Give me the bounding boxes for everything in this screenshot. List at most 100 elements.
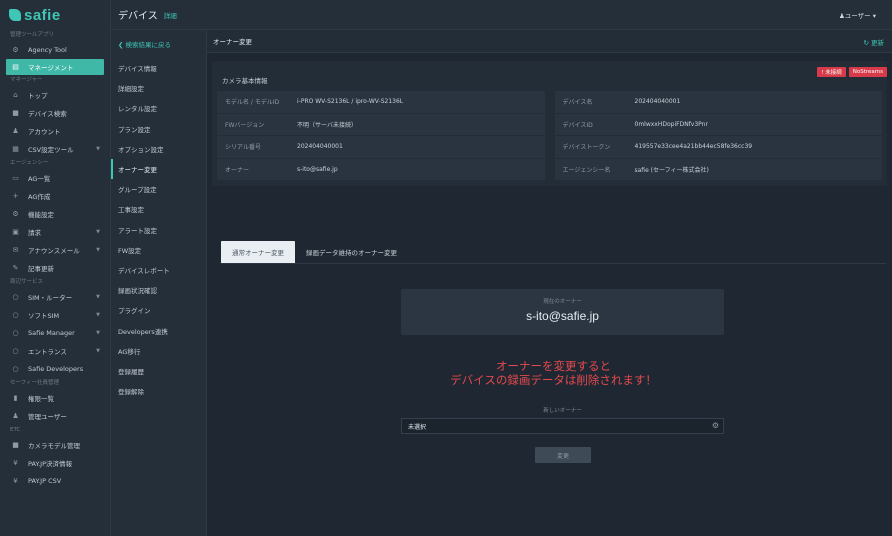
subnav-item[interactable]: デバイスレポート: [111, 260, 206, 280]
subnav-item[interactable]: 工事設定: [111, 199, 206, 219]
circle-icon: ○: [12, 347, 19, 355]
sidebar-item[interactable]: ▤ マネージメント: [6, 59, 104, 75]
new-owner-select[interactable]: 未選択 ⚙: [401, 418, 724, 434]
sidebar-item[interactable]: ▮ 権限一覧: [0, 389, 110, 407]
sidebar-item[interactable]: ○ エントランス ▼: [0, 342, 110, 360]
info-row: モデル名 / モデルID i-PRO WV-S2136L / ipro-WV-S2…: [217, 91, 545, 114]
tab-body: 現在のオーナー s-ito@safie.jp オーナーを変更すると デバイスの録…: [221, 263, 886, 536]
sidebar-item-label: SIM・ルーター: [28, 294, 73, 302]
sidebar-item[interactable]: ✎ 記事更新: [0, 259, 110, 277]
info-value: s-ito@safie.jp: [297, 165, 338, 173]
back-to-results-link[interactable]: ❮ 検索結果に戻る: [111, 30, 206, 58]
disconnected-badge: ! 未接続: [817, 67, 846, 77]
sidebar-item[interactable]: ¥ PAY.JP決済情報: [0, 454, 110, 472]
info-key: オーナー: [225, 166, 250, 174]
info-key: エージェンシー名: [562, 166, 611, 174]
tab-normal-owner-change[interactable]: 通常オーナー変更: [221, 241, 295, 263]
subnav-item[interactable]: 登録履歴: [111, 361, 206, 381]
subnav-item[interactable]: レンタル設定: [111, 98, 206, 118]
new-owner-value: 未選択: [408, 423, 427, 431]
sidebar-section-title: マネージャー: [10, 77, 43, 83]
sidebar: safie 管理ツールアプリ ⚙ Agency Tool ▤ マネージメントマネージャー…: [0, 0, 111, 536]
sidebar-item[interactable]: ○ ソフトSIM ▼: [0, 306, 110, 324]
sidebar-item-label: アナウンスメール: [28, 247, 80, 255]
brand-name: safie: [24, 6, 61, 24]
panel-title: オーナー変更: [213, 38, 252, 46]
gear-icon[interactable]: ⚙: [712, 421, 719, 430]
device-subnav: ❮ 検索結果に戻る デバイス情報 詳細設定 レンタル設定 プラン設定 オプション設定 オー…: [111, 30, 207, 536]
sidebar-item-label: エントランス: [28, 348, 67, 356]
subnav-list: デバイス情報 詳細設定 レンタル設定 プラン設定 オプション設定 オーナー変更 グループ設定…: [111, 58, 206, 401]
sidebar-item-label: Agency Tool: [28, 46, 67, 54]
info-row: シリアル番号 202404040001: [217, 136, 545, 159]
subnav-item[interactable]: オプション設定: [111, 139, 206, 159]
sidebar-item[interactable]: ♟ 管理ユーザー: [0, 407, 110, 425]
info-row: デバイストークン 419557e33cee4a21bb44ec58fe36cc39: [554, 136, 882, 159]
sidebar-item[interactable]: ■ デバイス検索: [0, 104, 110, 122]
chevron-down-icon: ▼: [96, 229, 100, 235]
camera-info-right: デバイス名 202404040001 デバイスID 0mlwxxHDopiFDNfv3…: [554, 91, 882, 181]
refresh-button[interactable]: ↻ 更新: [863, 37, 884, 47]
sidebar-item-label: ソフトSIM: [28, 312, 60, 320]
user-menu[interactable]: ♟ユーザー ▾: [839, 10, 876, 20]
info-value: 202404040001: [634, 98, 681, 106]
sidebar-item[interactable]: ■ カメラモデル管理: [0, 436, 110, 454]
current-owner-value: s-ito@safie.jp: [526, 309, 599, 323]
tab-keep-recording-owner-change[interactable]: 録画データ維持のオーナー変更: [295, 241, 408, 263]
subnav-item[interactable]: 録画状況確認: [111, 280, 206, 300]
sidebar-item[interactable]: + AG作成: [0, 187, 110, 205]
mail-icon: ✉: [12, 246, 19, 254]
subnav-item[interactable]: アラート設定: [111, 220, 206, 240]
sidebar-item[interactable]: ♟ アカウント: [0, 122, 110, 140]
sidebar-item[interactable]: ○ Safie Developers: [0, 360, 110, 378]
sidebar-item[interactable]: ○ SIM・ルーター ▼: [0, 288, 110, 306]
sidebar-item[interactable]: ▭ AG一覧: [0, 169, 110, 187]
warning-line-2: デバイスの録画データは削除されます！: [450, 373, 657, 387]
sidebar-item[interactable]: ⌂ トップ: [0, 86, 110, 104]
csv-icon: ▦: [12, 145, 19, 153]
invoice-icon: ▣: [12, 228, 19, 236]
sidebar-item[interactable]: ⚙ 機能設定: [0, 205, 110, 223]
chevron-down-icon: ▼: [96, 348, 100, 354]
subnav-item[interactable]: 登録解除: [111, 381, 206, 401]
sidebar-item[interactable]: ▦ CSV設定ツール ▼: [0, 140, 110, 158]
current-owner-box: 現在のオーナー s-ito@safie.jp: [401, 289, 724, 335]
change-button[interactable]: 変更: [535, 447, 591, 463]
sidebar-sections: 管理ツールアプリ ⚙ Agency Tool ▤ マネージメントマネージャー ⌂ トップ ■ デ…: [0, 30, 110, 490]
info-value: 0mlwxxHDopiFDNfv3Pnr: [634, 120, 708, 128]
subnav-item[interactable]: プラグイン: [111, 300, 206, 320]
logo[interactable]: safie: [0, 0, 110, 30]
chevron-down-icon: ▼: [96, 312, 100, 318]
subnav-item[interactable]: 詳細設定: [111, 78, 206, 98]
page-title: デバイス: [118, 11, 158, 22]
management-icon: ▤: [12, 63, 19, 71]
subnav-item[interactable]: オーナー変更: [111, 158, 206, 180]
user-icon: ♟: [12, 127, 19, 135]
chevron-down-icon: ▼: [96, 247, 100, 253]
sidebar-item-label: アカウント: [28, 128, 61, 136]
sidebar-item-label: 請求: [28, 229, 41, 237]
sidebar-section-title: 管理ツールアプリ: [10, 32, 55, 38]
subnav-item[interactable]: Developers連携: [111, 320, 206, 340]
page-subtitle: 詳細: [163, 11, 177, 20]
sidebar-item[interactable]: ¥ PAY.JP CSV: [0, 472, 110, 490]
nostreams-badge: NoStreams: [848, 67, 887, 77]
subnav-item[interactable]: AG移行: [111, 341, 206, 361]
subnav-item[interactable]: デバイス情報: [111, 58, 206, 78]
circle-icon: ○: [12, 293, 19, 301]
sidebar-item[interactable]: ▣ 請求 ▼: [0, 223, 110, 241]
sidebar-item-label: 権限一覧: [28, 395, 54, 403]
sidebar-item-label: PAY.JP決済情報: [28, 460, 73, 468]
subnav-item[interactable]: プラン設定: [111, 119, 206, 139]
subnav-item[interactable]: FW設定: [111, 240, 206, 260]
info-key: デバイス名: [562, 99, 593, 107]
sidebar-item[interactable]: ⚙ Agency Tool: [0, 41, 110, 59]
yen-icon: ¥: [13, 459, 18, 467]
info-key: モデル名 / モデルID: [225, 99, 280, 107]
plus-icon: +: [12, 192, 19, 200]
sidebar-item[interactable]: ✉ アナウンスメール ▼: [0, 241, 110, 259]
sidebar-item[interactable]: ○ Safie Manager ▼: [0, 324, 110, 342]
home-icon: ⌂: [13, 91, 18, 99]
subnav-item[interactable]: グループ設定: [111, 179, 206, 199]
video-icon: ■: [12, 441, 19, 449]
